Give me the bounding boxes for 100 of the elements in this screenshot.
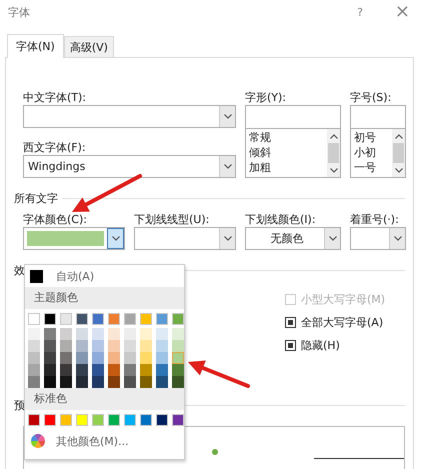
color-swatch[interactable] xyxy=(156,364,168,376)
color-swatch[interactable] xyxy=(140,364,152,376)
color-swatch[interactable] xyxy=(108,364,120,376)
color-swatch[interactable] xyxy=(156,328,168,340)
color-swatch[interactable] xyxy=(172,352,184,364)
dropdown-field[interactable] xyxy=(134,227,236,250)
menu-item[interactable]: 自动(A) xyxy=(25,265,184,287)
color-swatch[interactable] xyxy=(76,313,88,325)
color-dropdown[interactable] xyxy=(23,227,125,250)
color-swatch[interactable] xyxy=(44,340,56,352)
color-swatch[interactable] xyxy=(28,364,40,376)
color-swatch[interactable] xyxy=(124,313,136,325)
tab[interactable]: 高级(V) xyxy=(64,36,114,57)
color-swatch[interactable] xyxy=(28,328,40,340)
color-swatch[interactable] xyxy=(124,364,136,376)
color-swatch[interactable] xyxy=(140,328,152,340)
color-swatch[interactable] xyxy=(44,414,56,426)
dropdown-field[interactable] xyxy=(23,105,236,128)
color-swatch[interactable] xyxy=(108,352,120,364)
color-swatch[interactable] xyxy=(60,313,72,325)
color-swatch[interactable] xyxy=(76,352,88,364)
color-swatch[interactable] xyxy=(92,364,104,376)
checkbox[interactable] xyxy=(285,317,296,328)
scroll-thumb[interactable] xyxy=(393,143,404,163)
color-swatch[interactable] xyxy=(172,328,184,340)
color-swatch[interactable] xyxy=(92,328,104,340)
list-item[interactable]: 常规 xyxy=(249,130,327,145)
color-swatch[interactable] xyxy=(76,328,88,340)
color-swatch[interactable] xyxy=(156,340,168,352)
color-swatch[interactable] xyxy=(172,414,184,426)
dropdown-field[interactable]: 无颜色 xyxy=(245,227,341,250)
list-item[interactable]: 小初 xyxy=(354,145,392,160)
color-swatch[interactable] xyxy=(108,376,120,388)
list-item[interactable]: 加粗 xyxy=(249,160,327,175)
color-swatch[interactable] xyxy=(156,352,168,364)
color-swatch[interactable] xyxy=(44,328,56,340)
color-swatch[interactable] xyxy=(124,414,136,426)
checkbox[interactable] xyxy=(285,340,296,351)
dropdown-button[interactable] xyxy=(219,228,235,249)
color-swatch[interactable] xyxy=(76,340,88,352)
dropdown-button[interactable] xyxy=(107,228,124,249)
color-swatch[interactable] xyxy=(60,340,72,352)
color-swatch[interactable] xyxy=(108,328,120,340)
color-swatch[interactable] xyxy=(124,352,136,364)
dropdown-button[interactable] xyxy=(219,156,235,177)
color-swatch[interactable] xyxy=(108,414,120,426)
dropdown-field[interactable] xyxy=(350,227,406,250)
color-swatch[interactable] xyxy=(44,364,56,376)
dropdown-field[interactable]: Wingdings xyxy=(23,155,236,178)
color-swatch[interactable] xyxy=(92,414,104,426)
color-swatch[interactable] xyxy=(124,340,136,352)
color-swatch[interactable] xyxy=(108,313,120,325)
close-button[interactable]: × xyxy=(394,3,410,21)
color-swatch[interactable] xyxy=(60,414,72,426)
color-swatch[interactable] xyxy=(108,340,120,352)
color-swatch[interactable] xyxy=(92,340,104,352)
color-swatch[interactable] xyxy=(28,340,40,352)
color-swatch[interactable] xyxy=(172,340,184,352)
color-swatch[interactable] xyxy=(140,414,152,426)
input-field[interactable] xyxy=(350,105,406,129)
color-swatch[interactable] xyxy=(156,376,168,388)
dropdown-button[interactable] xyxy=(389,228,405,249)
color-swatch[interactable] xyxy=(140,376,152,388)
color-swatch[interactable] xyxy=(140,340,152,352)
tab[interactable]: 字体(N) xyxy=(7,34,64,58)
color-swatch[interactable] xyxy=(28,414,40,426)
list-item[interactable]: 倾斜 xyxy=(249,145,327,160)
menu-item[interactable]: 其他颜色(M)... xyxy=(25,429,184,453)
color-swatch[interactable] xyxy=(140,352,152,364)
color-swatch[interactable] xyxy=(124,376,136,388)
help-button[interactable]: ? xyxy=(357,6,363,18)
dropdown-button[interactable] xyxy=(324,228,340,249)
color-swatch[interactable] xyxy=(60,352,72,364)
color-swatch[interactable] xyxy=(60,328,72,340)
input-field[interactable] xyxy=(245,105,341,129)
color-swatch[interactable] xyxy=(92,352,104,364)
color-swatch[interactable] xyxy=(44,352,56,364)
list-box[interactable]: 常规 倾斜 加粗 xyxy=(245,129,341,178)
color-swatch[interactable] xyxy=(60,376,72,388)
color-swatch[interactable] xyxy=(76,364,88,376)
color-swatch[interactable] xyxy=(44,376,56,388)
color-swatch[interactable] xyxy=(140,313,152,325)
color-swatch[interactable] xyxy=(76,414,88,426)
list-item[interactable]: 初号 xyxy=(354,130,392,145)
color-swatch[interactable] xyxy=(44,313,56,325)
color-swatch[interactable] xyxy=(28,376,40,388)
scroll-thumb[interactable] xyxy=(328,143,339,163)
color-swatch[interactable] xyxy=(156,414,168,426)
color-swatch[interactable] xyxy=(156,313,168,325)
list-box[interactable]: 初号 小初 一号 xyxy=(350,129,406,178)
color-swatch[interactable] xyxy=(76,376,88,388)
color-swatch[interactable] xyxy=(172,313,184,325)
color-swatch[interactable] xyxy=(92,313,104,325)
list-item[interactable]: 一号 xyxy=(354,160,392,175)
color-swatch[interactable] xyxy=(124,328,136,340)
dropdown-button[interactable] xyxy=(219,106,235,127)
color-swatch[interactable] xyxy=(92,376,104,388)
color-swatch[interactable] xyxy=(28,352,40,364)
color-swatch[interactable] xyxy=(60,364,72,376)
color-swatch[interactable] xyxy=(28,313,40,325)
